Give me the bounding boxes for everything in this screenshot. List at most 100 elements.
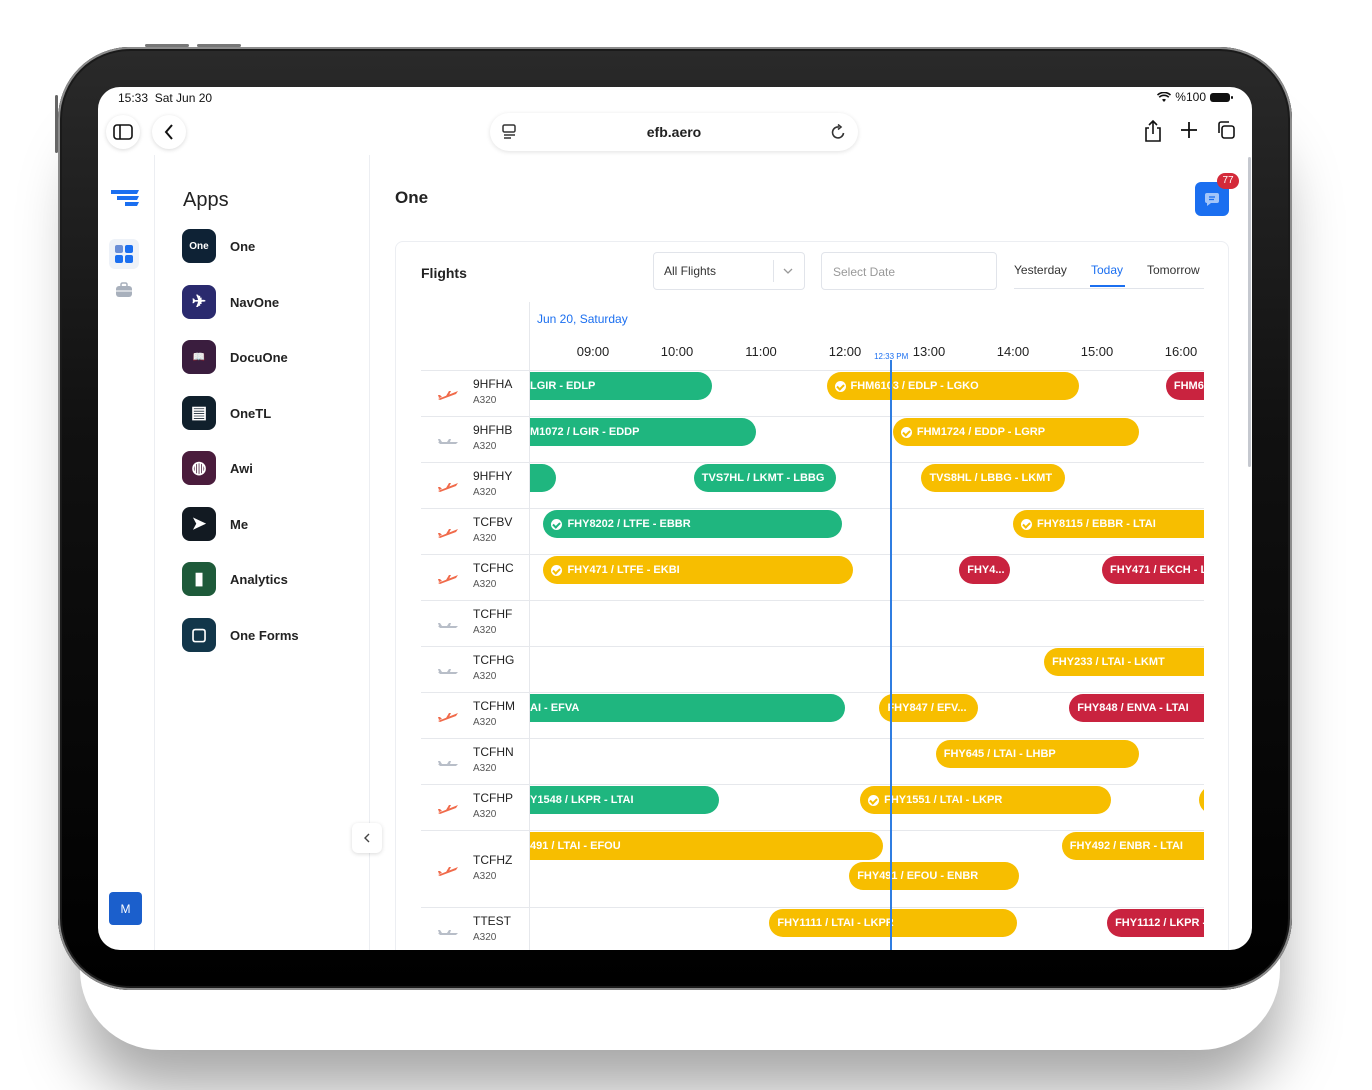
hour-label: 11:00 bbox=[745, 344, 777, 359]
tab-yesterday[interactable]: Yesterday bbox=[1014, 263, 1067, 277]
brand-logo-icon[interactable] bbox=[109, 189, 141, 207]
app-item-label: DocuOne bbox=[230, 349, 288, 365]
app-item-navone[interactable]: ✈ NavOne bbox=[182, 284, 279, 320]
flight-bar[interactable]: FHY848 / ENVA - LTAI bbox=[1069, 694, 1204, 722]
flight-lane: FHY8202 / LTFE - EBBR FHY8115 / EBBR - LT… bbox=[530, 509, 1204, 555]
aircraft-row: 9HFHB A320 M1072 / LGIR - EDDP FHM1724 / ED… bbox=[421, 416, 1204, 463]
flight-bar[interactable]: FHY233 / LTAI - LKMT bbox=[1044, 648, 1204, 676]
flight-filter-select[interactable]: All Flights bbox=[653, 252, 805, 290]
flight-bar[interactable]: FHM6103 / EDLP - LGKO bbox=[826, 372, 1079, 400]
flight-bar-label: TVS7HL / LKMT - LBBG bbox=[701, 472, 825, 484]
rail-item-apps[interactable] bbox=[109, 239, 139, 269]
aircraft-registration[interactable]: TCFHM bbox=[473, 699, 515, 713]
flight-bar[interactable]: FHY8115 / EBBR - LTAI bbox=[1013, 510, 1204, 538]
flight-bar[interactable]: AI - EFVA bbox=[530, 694, 845, 722]
app-item-label: Analytics bbox=[230, 571, 288, 587]
flight-bar[interactable]: Y1548 / LKPR - LTAI bbox=[530, 786, 719, 814]
flight-bar[interactable]: FHY491 / EFOU - ENBR bbox=[849, 862, 1019, 890]
hour-label: 10:00 bbox=[660, 344, 694, 359]
back-button[interactable] bbox=[152, 115, 186, 149]
app-item-label: NavOne bbox=[230, 294, 280, 310]
aircraft-type: A320 bbox=[473, 932, 497, 943]
flight-bar[interactable]: M1072 / LGIR - EDDP bbox=[530, 418, 756, 446]
app-item-onetl[interactable]: ▤ OneTL bbox=[182, 395, 271, 431]
aircraft-type: A320 bbox=[473, 763, 497, 774]
aircraft-type: A320 bbox=[473, 717, 497, 728]
date-input[interactable]: Select Date bbox=[821, 252, 997, 290]
flight-bar[interactable]: FHM6 bbox=[1165, 372, 1204, 400]
flight-lane: M1072 / LGIR - EDDP FHM1724 / EDDP - LGRP bbox=[530, 417, 1204, 463]
airplane-active-icon bbox=[438, 483, 458, 492]
flight-bar[interactable]: FHY847 / EFV... bbox=[879, 694, 978, 722]
flight-bar[interactable]: FHY471 / LTFE - EKBI bbox=[543, 556, 854, 584]
flight-bar[interactable] bbox=[530, 464, 557, 492]
flight-bar-label: FHY492 / ENBR - LTAI bbox=[1069, 840, 1183, 852]
app-item-one[interactable]: One One bbox=[182, 228, 255, 264]
airplane-active-icon bbox=[438, 805, 458, 814]
flight-bar[interactable]: FHY492 / ENBR - LTAI bbox=[1061, 832, 1204, 860]
flight-bar-label: FHM6103 / EDLP - LGKO bbox=[850, 380, 979, 392]
aircraft-row: TCFHC A320 FHY471 / LTFE - EKBI FHY4... FHY4… bbox=[421, 554, 1204, 601]
flight-bar[interactable]: TVS7HL / LKMT - LBBG bbox=[693, 464, 836, 492]
flight-bar-label: LGIR - EDLP bbox=[530, 380, 596, 392]
flight-bar[interactable] bbox=[1199, 786, 1204, 814]
aircraft-registration[interactable]: 9HFHB bbox=[473, 423, 512, 437]
flight-bar[interactable]: FHY1111 / LTAI - LKPR bbox=[769, 909, 1018, 937]
aircraft-row: TCFHP A320 Y1548 / LKPR - LTAI FHY1551 / LT… bbox=[421, 784, 1204, 831]
active-tab-indicator bbox=[1090, 285, 1125, 287]
aircraft-registration[interactable]: TCFHZ bbox=[473, 853, 512, 867]
aircraft-type: A320 bbox=[473, 441, 497, 452]
flight-bar[interactable]: TVS8HL / LBBG - LKMT bbox=[921, 464, 1066, 492]
aircraft-registration[interactable]: 9HFHY bbox=[473, 469, 512, 483]
address-bar[interactable]: efb.aero bbox=[490, 113, 858, 151]
flight-bar[interactable]: FHM1724 / EDDP - LGRP bbox=[892, 418, 1139, 446]
aircraft-registration[interactable]: TCFHF bbox=[473, 607, 512, 621]
app-item-awi[interactable]: ◍ Awi bbox=[182, 450, 253, 486]
app-item-docuone[interactable]: 📖 DocuOne bbox=[182, 339, 288, 375]
flight-lane: FHY1111 / LTAI - LKPR FHY1112 / LKPR - LT… bbox=[530, 908, 1204, 950]
flights-title: Flights bbox=[421, 265, 467, 281]
aircraft-registration[interactable]: TCFHN bbox=[473, 745, 514, 759]
flight-bar[interactable]: FHY8202 / LTFE - EBBR bbox=[543, 510, 843, 538]
flight-bar-label: M1072 / LGIR - EDDP bbox=[530, 426, 640, 438]
aircraft-registration[interactable]: 9HFHA bbox=[473, 377, 512, 391]
aircraft-type: A320 bbox=[473, 809, 497, 820]
reload-icon[interactable] bbox=[830, 124, 846, 140]
aircraft-registration[interactable]: TCFHG bbox=[473, 653, 514, 667]
flight-bar[interactable]: FHY4... bbox=[959, 556, 1010, 584]
main-content: One 77 Flights All Flights Select Date Y… bbox=[370, 155, 1252, 950]
share-icon[interactable] bbox=[1143, 119, 1163, 143]
tab-tomorrow[interactable]: Tomorrow bbox=[1147, 263, 1200, 277]
flight-lane: Y1548 / LKPR - LTAI FHY1551 / LTAI - LKPR bbox=[530, 785, 1204, 831]
check-circle-icon bbox=[868, 794, 880, 806]
aircraft-registration[interactable]: TCFHP bbox=[473, 791, 513, 805]
one-logo-icon: One bbox=[182, 229, 216, 263]
new-tab-icon[interactable] bbox=[1180, 121, 1198, 139]
flight-bar[interactable]: 491 / LTAI - EFOU bbox=[530, 832, 883, 860]
aircraft-registration[interactable]: TCFBV bbox=[473, 515, 512, 529]
app-item-label: One bbox=[230, 238, 256, 254]
app-item-me[interactable]: ➤ Me bbox=[182, 506, 248, 542]
app-item-one-forms[interactable]: ▢ One Forms bbox=[182, 617, 299, 653]
app-item-label: One Forms bbox=[230, 627, 299, 643]
flight-lane: LGIR - EDLP FHM6103 / EDLP - LGKO FHM6 bbox=[530, 371, 1204, 417]
flight-bar[interactable]: FHY1112 / LKPR - LTAI bbox=[1107, 909, 1204, 937]
tabs-overview-icon[interactable] bbox=[1216, 120, 1236, 140]
battery-percent: %100 bbox=[1175, 90, 1206, 104]
flight-lane: TVS7HL / LKMT - LBBG TVS8HL / LBBG - LKMT bbox=[530, 463, 1204, 509]
flight-bar[interactable]: FHY645 / LTAI - LHBP bbox=[935, 740, 1139, 768]
app-item-analytics[interactable]: ▮ Analytics bbox=[182, 561, 288, 597]
flight-bar[interactable]: LGIR - EDLP bbox=[530, 372, 713, 400]
briefcase-icon[interactable] bbox=[115, 282, 133, 298]
flight-bar-label: 491 / LTAI - EFOU bbox=[530, 840, 621, 852]
sidebar-toggle-button[interactable] bbox=[106, 115, 140, 149]
scrollbar[interactable] bbox=[1248, 157, 1251, 467]
flight-bar[interactable]: FHY1551 / LTAI - LKPR bbox=[860, 786, 1112, 814]
hour-label: 09:00 bbox=[576, 344, 610, 359]
date-placeholder: Select Date bbox=[833, 265, 896, 279]
tab-today[interactable]: Today bbox=[1091, 263, 1123, 277]
aircraft-registration[interactable]: TCFHC bbox=[473, 561, 514, 575]
aircraft-registration[interactable]: TTEST bbox=[473, 914, 511, 928]
flight-bar[interactable]: FHY471 / EKCH - LTAI bbox=[1102, 556, 1204, 584]
avatar[interactable]: M bbox=[109, 892, 142, 925]
